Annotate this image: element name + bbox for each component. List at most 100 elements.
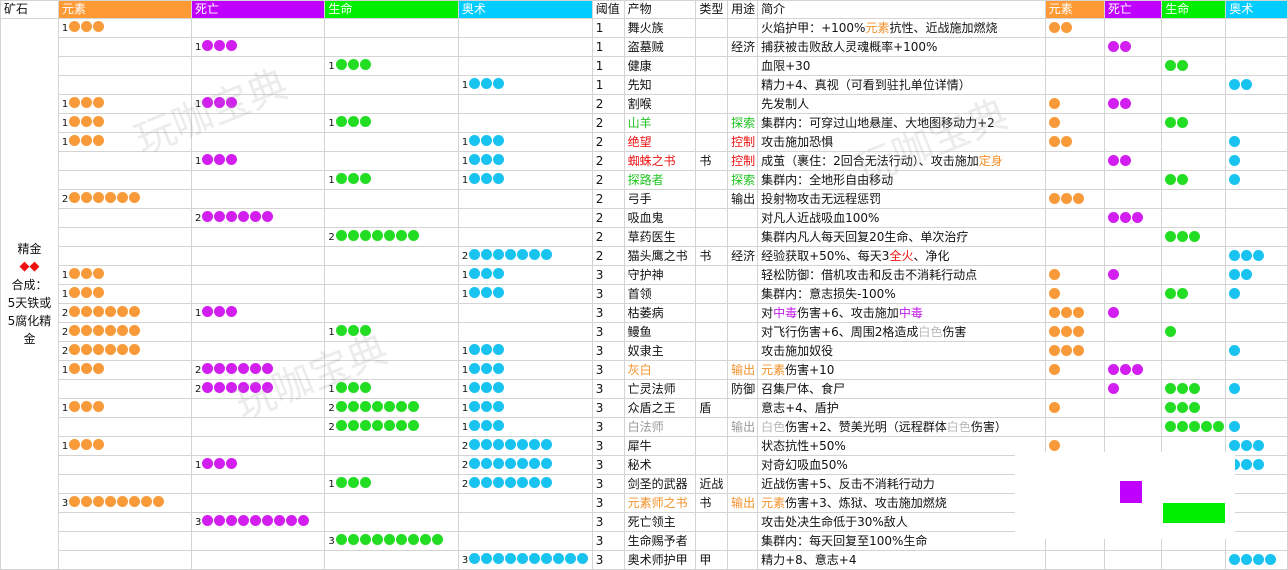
desc-cell[interactable]: 对凡人近战吸血100% — [757, 208, 1046, 228]
product-cell[interactable]: 探路者 — [623, 170, 697, 190]
use-cell[interactable] — [727, 303, 759, 323]
arcane-cell[interactable] — [457, 303, 593, 323]
elem-cell[interactable] — [57, 37, 192, 57]
use-cell[interactable]: 探索 — [727, 113, 759, 133]
threshold-cell[interactable]: 3 — [591, 493, 625, 513]
arcane-cell[interactable] — [457, 113, 593, 133]
use-cell[interactable]: 输出 — [727, 417, 759, 437]
death-cell[interactable] — [190, 170, 326, 190]
threshold-cell[interactable]: 3 — [591, 341, 625, 361]
death-cell[interactable] — [190, 550, 326, 570]
arcane-result-cell[interactable] — [1225, 474, 1288, 494]
life-cell[interactable] — [324, 189, 459, 209]
use-cell[interactable]: 经济 — [727, 246, 759, 266]
threshold-cell[interactable]: 3 — [591, 360, 625, 380]
life-cell[interactable] — [324, 436, 459, 456]
death-cell[interactable] — [190, 113, 326, 133]
desc-cell[interactable]: 集群内：可穿过山地悬崖、大地图移动力+2 — [757, 113, 1046, 133]
arcane-cell[interactable]: 2 — [457, 436, 593, 456]
threshold-cell[interactable]: 3 — [591, 303, 625, 323]
header-death[interactable]: 死亡 — [190, 0, 326, 19]
use-cell[interactable]: 输出 — [727, 493, 759, 513]
arcane-result-cell[interactable] — [1225, 341, 1288, 361]
life-cell[interactable] — [324, 284, 459, 304]
type-cell[interactable] — [695, 303, 729, 323]
life-cell[interactable]: 1 — [324, 170, 459, 190]
elem-cell[interactable] — [57, 455, 192, 475]
arcane-result-cell[interactable] — [1225, 436, 1288, 456]
death-result-cell[interactable] — [1103, 18, 1163, 38]
type-cell[interactable] — [695, 189, 729, 209]
type-cell[interactable] — [695, 56, 729, 76]
life-result-cell[interactable] — [1161, 227, 1227, 247]
desc-cell[interactable]: 对飞行伤害+6、周围2格造成白色伤害 — [757, 322, 1046, 342]
threshold-cell[interactable]: 2 — [591, 189, 625, 209]
arcane-cell[interactable] — [457, 94, 593, 114]
arcane-result-cell[interactable] — [1225, 455, 1288, 475]
arcane-cell[interactable]: 1 — [457, 341, 593, 361]
threshold-cell[interactable]: 3 — [591, 455, 625, 475]
elem-cell[interactable] — [57, 75, 192, 95]
life-cell[interactable]: 3 — [324, 531, 459, 551]
product-cell[interactable]: 舞火族 — [623, 18, 697, 38]
arcane-cell[interactable]: 1 — [457, 417, 593, 437]
elem-result-cell[interactable] — [1044, 113, 1105, 133]
arcane-cell[interactable]: 1 — [457, 75, 593, 95]
elem-cell[interactable] — [57, 227, 192, 247]
arcane-cell[interactable] — [457, 208, 593, 228]
death-result-cell[interactable] — [1103, 417, 1163, 437]
header-use[interactable]: 用途 — [727, 0, 759, 19]
desc-cell[interactable]: 攻击处决生命低于30%敌人 — [757, 512, 1046, 532]
product-cell[interactable]: 割喉 — [623, 94, 697, 114]
elem-cell[interactable]: 2 — [57, 341, 192, 361]
death-result-cell[interactable] — [1103, 208, 1163, 228]
type-cell[interactable] — [695, 208, 729, 228]
death-cell[interactable]: 1 — [190, 455, 326, 475]
threshold-cell[interactable]: 3 — [591, 474, 625, 494]
product-cell[interactable]: 枯萎病 — [623, 303, 697, 323]
elem-cell[interactable] — [57, 246, 192, 266]
use-cell[interactable] — [727, 284, 759, 304]
threshold-cell[interactable]: 3 — [591, 265, 625, 285]
death-cell[interactable] — [190, 493, 326, 513]
life-cell[interactable]: 1 — [324, 474, 459, 494]
use-cell[interactable] — [727, 398, 759, 418]
use-cell[interactable] — [727, 322, 759, 342]
header-arcane[interactable]: 奥术 — [457, 0, 593, 19]
desc-cell[interactable]: 成茧（裹住：2回合无法行动）、攻击施加定身 — [757, 151, 1046, 171]
arcane-cell[interactable] — [457, 56, 593, 76]
header-life-2[interactable]: 生命 — [1161, 0, 1227, 19]
header-type[interactable]: 类型 — [695, 0, 729, 19]
death-cell[interactable]: 1 — [190, 37, 326, 57]
death-cell[interactable] — [190, 531, 326, 551]
use-cell[interactable] — [727, 474, 759, 494]
desc-cell[interactable]: 对中毒伤害+6、攻击施加中毒 — [757, 303, 1046, 323]
desc-cell[interactable]: 精力+8、意志+4 — [757, 550, 1046, 570]
arcane-cell[interactable] — [457, 531, 593, 551]
threshold-cell[interactable]: 2 — [591, 132, 625, 152]
use-cell[interactable] — [727, 341, 759, 361]
use-cell[interactable] — [727, 455, 759, 475]
product-cell[interactable]: 绝望 — [623, 132, 697, 152]
product-cell[interactable]: 先知 — [623, 75, 697, 95]
threshold-cell[interactable]: 1 — [591, 18, 625, 38]
desc-cell[interactable]: 状态抗性+50% — [757, 436, 1046, 456]
elem-result-cell[interactable] — [1044, 360, 1105, 380]
arcane-result-cell[interactable] — [1225, 18, 1288, 38]
product-cell[interactable]: 鳗鱼 — [623, 322, 697, 342]
desc-cell[interactable]: 精力+4、真视（可看到驻扎单位详情） — [757, 75, 1046, 95]
type-cell[interactable] — [695, 455, 729, 475]
type-cell[interactable] — [695, 113, 729, 133]
elem-result-cell[interactable] — [1044, 56, 1105, 76]
desc-cell[interactable]: 对奇幻吸血50% — [757, 455, 1046, 475]
life-result-cell[interactable] — [1161, 189, 1227, 209]
header-elem[interactable]: 元素 — [57, 0, 192, 19]
death-cell[interactable]: 1 — [190, 151, 326, 171]
use-cell[interactable]: 输出 — [727, 360, 759, 380]
elem-result-cell[interactable] — [1044, 37, 1105, 57]
life-cell[interactable] — [324, 75, 459, 95]
death-cell[interactable] — [190, 436, 326, 456]
arcane-cell[interactable] — [457, 493, 593, 513]
elem-cell[interactable] — [57, 56, 192, 76]
arcane-result-cell[interactable] — [1225, 303, 1288, 323]
